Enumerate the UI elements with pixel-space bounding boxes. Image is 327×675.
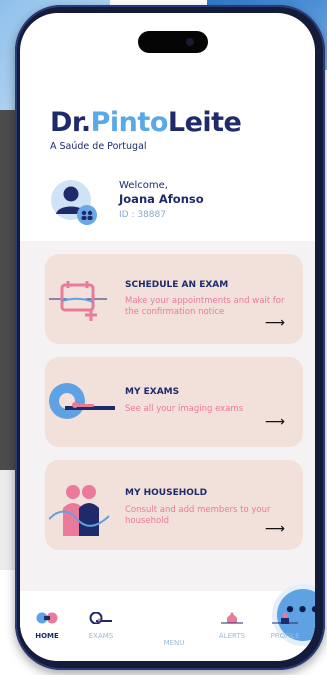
arrow-right-icon: ⟶ — [264, 414, 285, 430]
welcome-text: Welcome, — [119, 180, 168, 191]
nav-profile[interactable]: PROFILE — [260, 609, 310, 640]
bottom-navigation: HOME EXAMS ••• MENU ALERTS — [20, 589, 315, 661]
household-icon — [49, 485, 110, 536]
brand-name-part2: Pinto — [90, 107, 169, 138]
my-household-card[interactable]: MY HOUSEHOLD Consult and add members to … — [45, 460, 303, 550]
calendar-add-icon — [49, 281, 107, 321]
home-icon — [36, 612, 58, 624]
bell-icon — [221, 612, 243, 624]
card-title: MY EXAMS — [125, 387, 180, 397]
brand-name-part3: Leite — [167, 107, 242, 138]
card-title: MY HOUSEHOLD — [125, 488, 208, 498]
avatar[interactable] — [50, 178, 98, 226]
brand-logo: Dr.PintoLeite — [50, 107, 242, 138]
nav-alerts[interactable]: ALERTS — [207, 609, 257, 640]
my-exams-card[interactable]: MY EXAMS See all your imaging exams ⟶ — [45, 357, 303, 447]
user-id: ID : 38887 — [119, 210, 166, 220]
nav-label: MENU — [163, 639, 185, 647]
card-description: Consult and add members to your househol… — [125, 505, 271, 526]
nav-menu[interactable]: ••• MENU — [149, 589, 315, 647]
dynamic-island — [138, 31, 208, 53]
nav-label: HOME — [35, 632, 59, 640]
profile-icon — [272, 612, 298, 624]
arrow-right-icon: ⟶ — [264, 315, 285, 331]
brand-name-part1: Dr. — [50, 107, 91, 138]
arrow-right-icon: ⟶ — [264, 521, 285, 537]
card-description: Make your appointments and wait for the … — [125, 296, 285, 317]
nav-label: EXAMS — [88, 632, 114, 640]
mri-scanner-icon — [49, 383, 115, 419]
camera-icon — [186, 38, 194, 46]
nav-label: ALERTS — [218, 632, 246, 640]
nav-home[interactable]: HOME — [22, 609, 72, 640]
brand-tagline: A Saúde de Portugal — [50, 141, 147, 152]
schedule-exam-card[interactable]: SCHEDULE AN EXAM Make your appointments … — [45, 254, 303, 344]
card-title: SCHEDULE AN EXAM — [125, 280, 229, 290]
app-screen: Dr.PintoLeite A Saúde de Portugal Welcom… — [20, 13, 315, 661]
card-description: See all your imaging exams — [125, 404, 244, 414]
nav-exams[interactable]: EXAMS — [76, 609, 126, 640]
nav-label: PROFILE — [270, 632, 300, 640]
exams-icon — [89, 611, 112, 625]
user-name: Joana Afonso — [119, 192, 204, 206]
